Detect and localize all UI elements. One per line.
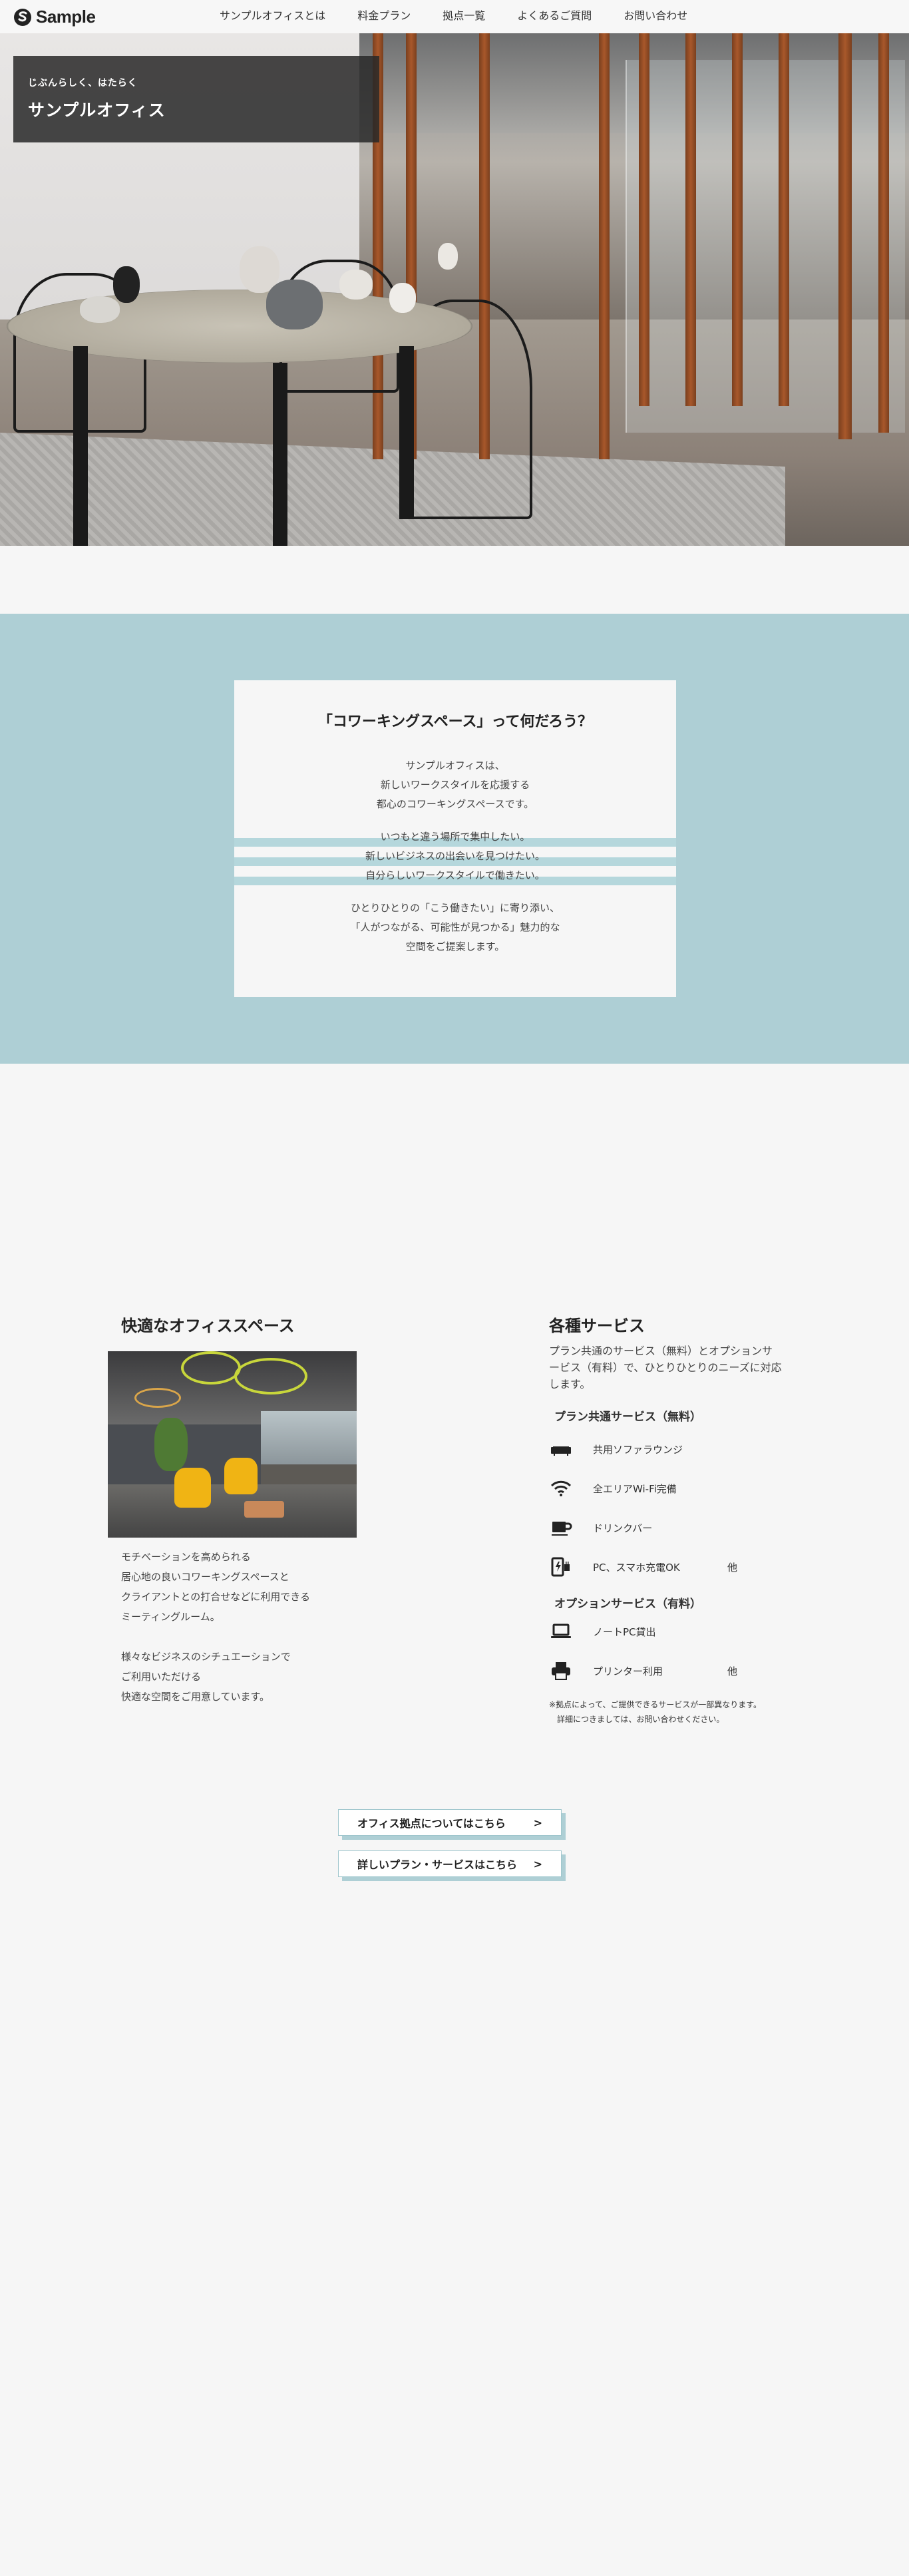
- main-nav: サンプルオフィスとは 料金プラン 拠点一覧 よくあるご質問 お問い合わせ: [220, 0, 687, 29]
- arrow-right-icon: >: [533, 1816, 542, 1829]
- services-note: ※拠点によって、ご提供できるサービスが一部異なります。 詳細につきましては、お問…: [549, 1700, 762, 1724]
- coffee-cup-icon: [552, 1522, 572, 1536]
- charging-icon: [551, 1557, 570, 1577]
- printer-icon: [552, 1662, 570, 1680]
- about-heading: 「コワーキングスペース」って何だろう？: [317, 714, 593, 730]
- office-title: 快適なオフィススペース: [121, 1317, 295, 1335]
- hero-kicker: じぶんらしく、はたらく: [28, 78, 138, 89]
- logo[interactable]: Sample: [13, 7, 96, 27]
- nav-contact[interactable]: お問い合わせ: [624, 7, 687, 23]
- service-laptop: ノートPC貸出: [549, 1618, 762, 1645]
- about-closing: ひとりひとりの「こう働きたい」に寄り添い、 「人がつながる、可能性が見つかる」魅…: [350, 902, 560, 953]
- service-sofa: 共用ソファラウンジ: [549, 1436, 762, 1462]
- nav-pricing[interactable]: 料金プラン: [357, 7, 411, 23]
- hero-title: サンプルオフィス: [28, 101, 166, 120]
- common-services-heading: プラン共通サービス（無料）: [554, 1410, 701, 1424]
- wifi-icon: [550, 1480, 572, 1496]
- office-photo: [108, 1351, 357, 1538]
- office-description: モチベーションを高められる 居心地の良いコワーキングスペースと クライアントとの…: [121, 1551, 310, 1703]
- nav-faq[interactable]: よくあるご質問: [517, 7, 592, 23]
- hero-title-box: じぶんらしく、はたらく サンプルオフィス: [13, 56, 379, 142]
- services-description: プラン共通のサービス（無料）とオプションサービス（有料）で、ひとりひとりのニーズ…: [549, 1345, 782, 1391]
- services-title: 各種サービス: [549, 1317, 645, 1335]
- plans-services-link[interactable]: 詳しいプラン・サービスはこちら >: [338, 1850, 562, 1877]
- service-drink: ドリンクバー: [549, 1514, 762, 1541]
- option-services-other: 他: [727, 1665, 738, 1677]
- about-card: 「コワーキングスペース」って何だろう？ サンプルオフィスは、 新しいワークスタイ…: [234, 680, 676, 997]
- about-section: 「コワーキングスペース」って何だろう？ サンプルオフィスは、 新しいワークスタイ…: [0, 614, 909, 1064]
- sofa-icon: [551, 1446, 571, 1456]
- service-wifi: 全エリアWi-Fi完備: [549, 1475, 762, 1502]
- logo-icon: [14, 8, 31, 26]
- about-highlights: いつもと違う場所で集中したい。 新しいビジネスの出会いを見つけたい。 自分らしい…: [234, 827, 676, 885]
- service-charging: PC、スマホ充電OK 他: [549, 1554, 762, 1580]
- hero-image: じぶんらしく、はたらく サンプルオフィス: [0, 33, 909, 546]
- site-header: Sample サンプルオフィスとは 料金プラン 拠点一覧 よくあるご質問 お問い…: [0, 0, 909, 33]
- option-services-heading: オプションサービス（有料）: [554, 1598, 701, 1611]
- service-printer: プリンター利用 他: [549, 1657, 762, 1684]
- nav-about[interactable]: サンプルオフィスとは: [220, 7, 325, 23]
- nav-locations[interactable]: 拠点一覧: [443, 7, 485, 23]
- logo-text: Sample: [36, 7, 96, 27]
- office-locations-link[interactable]: オフィス拠点についてはこちら >: [338, 1809, 562, 1836]
- common-services-other: 他: [727, 1562, 738, 1574]
- arrow-right-icon: >: [533, 1857, 542, 1870]
- about-intro: サンプルオフィスは、 新しいワークスタイルを応援する 都心のコワーキングスペース…: [376, 759, 534, 810]
- laptop-icon: [551, 1623, 571, 1638]
